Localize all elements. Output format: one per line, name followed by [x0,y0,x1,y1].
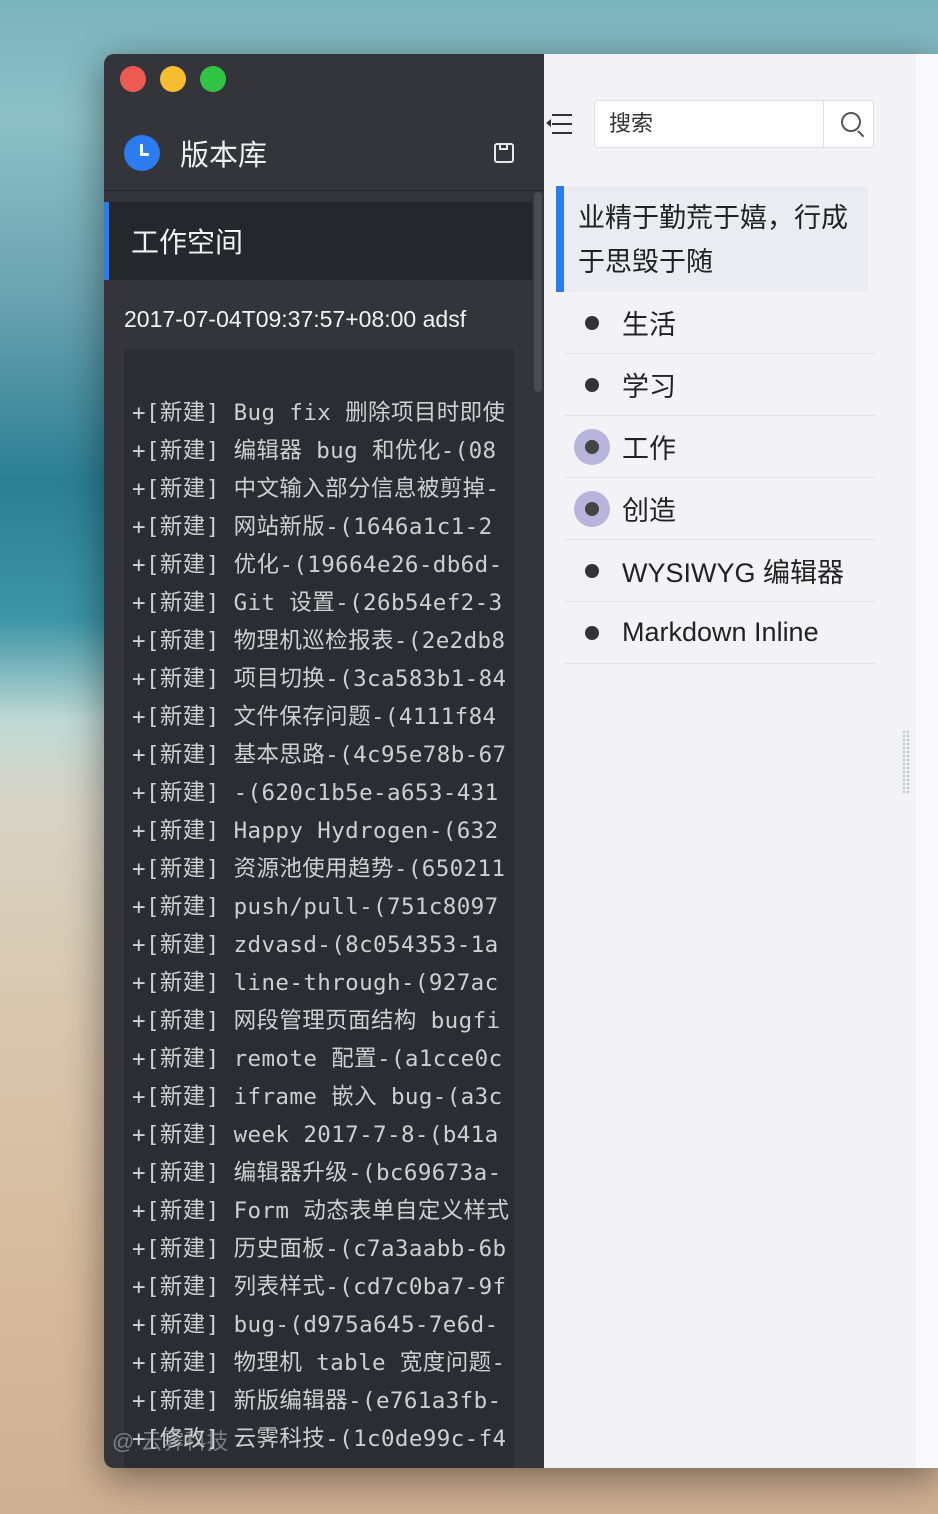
commit-log-line: +[新建] line-through-(927ac [132,970,499,996]
bullet-icon [574,615,610,651]
nav-item-label: 生活 [622,310,676,340]
watermark-text: @ 云霁科技 [112,1429,229,1454]
commit-log-line: +[新建] zdvasd-(8c054353-1a [132,932,499,958]
navigation-panel-body: 业精于勤荒于嬉，行成于思毁于随 生活学习工作创造 WYSIWYG 编辑器 Markd… [544,54,916,1468]
bullet-icon [574,490,610,527]
commit-log-line: +[新建] bug-(d975a645-7e6d- [132,1312,499,1338]
nav-item[interactable]: 创造 [564,478,876,540]
commit-log-line: +[新建] 物理机 table 宽度问题- [132,1350,506,1376]
commit-log-line: +[新建] 资源池使用趋势-(650211 [132,856,506,882]
search-icon [841,112,861,132]
commit-log-line: +[新建] 中文输入部分信息被剪掉- [132,476,500,502]
history-clock-icon [124,135,160,171]
commit-log-line: +[新建] Happy Hydrogen-(632 [132,818,499,844]
bullet-icon [574,367,610,403]
commit-log: +[新建] Bug fix 删除项目时即使 +[新建] 编辑器 bug 和优化-(… [124,350,514,1468]
commit-log-line: +[新建] iframe 嵌入 bug-(a3c [132,1084,503,1110]
commit-log-line: +[新建] 编辑器升级-(bc69673a- [132,1160,502,1186]
maximize-window-button[interactable] [200,66,226,92]
nav-item[interactable]: WYSIWYG 编辑器 [564,540,876,602]
scrollbar[interactable] [534,192,542,392]
commit-log-line: +[新建] 编辑器 bug 和优化-(08 [132,438,497,464]
navigation-panel: 业精于勤荒于嬉，行成于思毁于随 生活学习工作创造 WYSIWYG 编辑器 Markd… [544,54,938,1468]
repo-title: 版本库 [180,140,268,172]
commit-log-line: +[新建] Bug fix 删除项目时即使 [132,400,506,426]
workspace-tab[interactable]: 工作空间 [104,202,532,280]
nav-item[interactable]: 生活 [564,292,876,354]
nav-item[interactable]: 工作 [564,416,876,478]
motto-banner: 业精于勤荒于嬉，行成于思毁于随 [556,186,868,292]
search-button[interactable] [823,101,873,147]
search-input[interactable] [595,101,823,147]
close-window-button[interactable] [120,66,146,92]
commit-log-line: +[新建] 优化-(19664e26-db6d- [132,552,503,578]
divider [104,190,544,191]
commit-log-line: +[新建] 网站新版-(1646a1c1-2 [132,514,493,540]
bullet-icon [574,305,610,341]
commit-log-line: +[新建] 历史面板-(c7a3aabb-6b [132,1236,507,1262]
repo-header: 版本库 [124,134,514,172]
commit-log-line: +[新建] Form 动态表单自定义样式 [132,1198,510,1224]
commit-log-line: +[新建] 基本思路-(4c95e78b-67 [132,742,507,768]
nav-item-label: 创造 [622,496,676,526]
nav-item-label: Markdown Inline [622,617,819,647]
commit-log-line: +[新建] Git 设置-(26b54ef2-3 [132,590,503,616]
category-nav: 生活学习工作创造 WYSIWYG 编辑器 Markdown Inline [564,292,876,664]
nav-item-label: 工作 [622,434,676,464]
nav-item-label: WYSIWYG 编辑器 [622,558,844,588]
commit-log-line: +[新建] 新版编辑器-(e761a3fb- [132,1388,502,1414]
commit-log-line: +[新建] 文件保存问题-(4111f84 [132,704,497,730]
window-controls [120,66,226,92]
commit-log-line: +[新建] week 2017-7-8-(b41a [132,1122,499,1148]
commit-log-line: +[新建] 列表样式-(cd7c0ba7-9f [132,1274,507,1300]
commit-log-line: +[新建] -(620c1b5e-a653-431 [132,780,499,806]
nav-item[interactable]: 学习 [564,354,876,416]
minimize-window-button[interactable] [160,66,186,92]
save-icon[interactable] [494,143,514,163]
commit-timestamp: 2017-07-04T09:37:57+08:00 adsf [124,306,467,332]
bullet-icon [574,428,610,465]
search-box [594,100,874,148]
nav-item[interactable]: Markdown Inline [564,602,876,664]
commit-log-line: +[新建] 物理机巡检报表-(2e2db8 [132,628,506,654]
resize-handle[interactable] [902,730,910,794]
commit-log-line: +[新建] 项目切换-(3ca583b1-84 [132,666,507,692]
panel-edge [916,54,938,1468]
commit-log-line: +[新建] push/pull-(751c8097 [132,894,499,920]
commit-log-lines: +[新建] Bug fix 删除项目时即使 +[新建] 编辑器 bug 和优化-(… [132,394,512,1458]
commit-log-line: +[新建] remote 配置-(a1cce0c [132,1046,503,1072]
bullet-icon [574,553,610,589]
collapse-menu-icon[interactable] [546,112,572,136]
repository-panel: 版本库 工作空间 2017-07-04T09:37:57+08:00 adsf … [104,54,544,1468]
nav-item-label: 学习 [622,372,676,402]
commit-log-line: +[新建] 网段管理页面结构 bugfi [132,1008,501,1034]
watermark: @ 云霁科技 [112,1424,228,1456]
app-window: 版本库 工作空间 2017-07-04T09:37:57+08:00 adsf … [104,54,938,1468]
